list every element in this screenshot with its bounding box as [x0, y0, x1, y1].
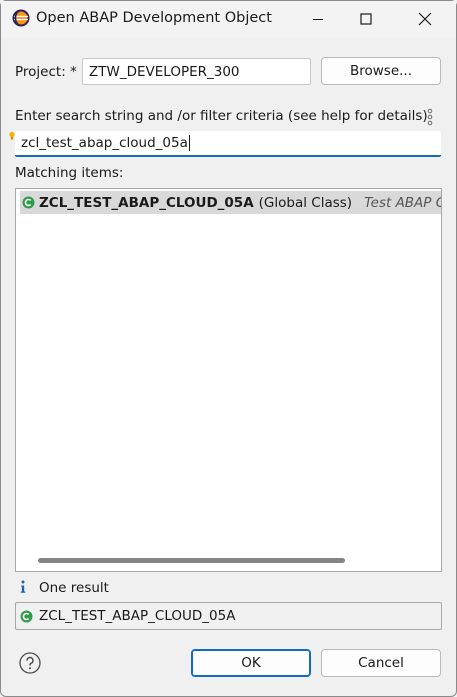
- list-item-description: Test ABAP Clo: [364, 194, 441, 211]
- list-item-type: (Global Class): [258, 194, 353, 211]
- maximize-icon: [360, 13, 372, 25]
- cancel-button[interactable]: Cancel: [321, 649, 441, 677]
- info-icon: [18, 579, 28, 595]
- project-label: Project: *: [15, 64, 77, 80]
- list-item-name: ZCL_TEST_ABAP_CLOUD_05A: [39, 194, 254, 211]
- maximize-button[interactable]: [343, 1, 389, 37]
- minimize-icon: [313, 19, 323, 20]
- list-item[interactable]: ZCL_TEST_ABAP_CLOUD_05A (Global Class) T…: [20, 191, 441, 214]
- project-field[interactable]: ZTW_DEVELOPER_300: [82, 58, 311, 85]
- ok-button[interactable]: OK: [191, 649, 311, 677]
- search-input-value: zcl_test_abap_cloud_05a: [21, 135, 188, 151]
- close-button[interactable]: [402, 1, 448, 37]
- search-input[interactable]: zcl_test_abap_cloud_05a: [15, 131, 441, 157]
- class-icon: [22, 196, 35, 209]
- help-icon[interactable]: [19, 652, 41, 674]
- eclipse-icon: [12, 9, 30, 27]
- matching-items-list[interactable]: ZCL_TEST_ABAP_CLOUD_05A (Global Class) T…: [15, 188, 442, 572]
- status-text: One result: [39, 580, 109, 596]
- vertical-dots-icon[interactable]: [424, 107, 436, 127]
- matching-items-label: Matching items:: [15, 165, 124, 181]
- scrollbar-thumb[interactable]: [38, 558, 345, 563]
- project-value: ZTW_DEVELOPER_300: [89, 63, 240, 80]
- minimize-button[interactable]: [295, 1, 341, 37]
- browse-button[interactable]: Browse...: [321, 57, 441, 85]
- selected-item-field: ZCL_TEST_ABAP_CLOUD_05A: [15, 602, 442, 630]
- selected-item-value: ZCL_TEST_ABAP_CLOUD_05A: [39, 608, 236, 624]
- class-icon: [20, 610, 33, 623]
- search-instruction: Enter search string and /or filter crite…: [15, 108, 428, 124]
- text-cursor: [188, 135, 190, 151]
- horizontal-scrollbar[interactable]: [17, 551, 441, 569]
- close-icon: [418, 12, 432, 26]
- window-title: Open ABAP Development Object: [36, 10, 272, 26]
